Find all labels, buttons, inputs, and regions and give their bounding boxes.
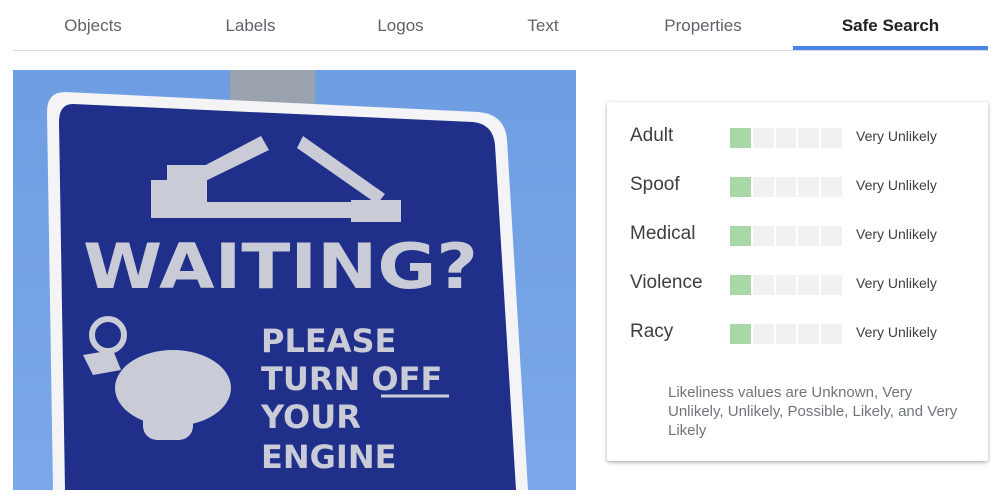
meter-segment-empty (798, 275, 820, 295)
row-label: Spoof (630, 174, 680, 195)
safe-search-row-adult: Adult Very Unlikely (607, 123, 988, 153)
sign-line-4: ENGINE (261, 438, 396, 476)
row-label: Adult (630, 125, 674, 146)
likelihood-meter (730, 226, 842, 246)
sign-line-2: TURN OFF (261, 360, 442, 398)
row-value: Very Unlikely (856, 177, 937, 193)
row-label: Medical (630, 223, 696, 244)
likelihood-meter (730, 324, 842, 344)
safe-search-card: Adult Very Unlikely Spoof Very Unlikely … (607, 102, 988, 461)
safe-search-row-violence: Violence Very Unlikely (607, 270, 988, 300)
tab-logos[interactable]: Logos (328, 0, 473, 51)
meter-segment-empty (752, 324, 774, 344)
tab-safe-search[interactable]: Safe Search (793, 0, 988, 51)
safe-search-row-racy: Racy Very Unlikely (607, 319, 988, 349)
meter-segment-empty (821, 275, 842, 295)
row-value: Very Unlikely (856, 275, 937, 291)
meter-segment-empty (798, 128, 820, 148)
meter-segment-empty (775, 275, 797, 295)
tab-objects[interactable]: Objects (13, 0, 173, 51)
row-value: Very Unlikely (856, 226, 937, 242)
meter-segment-empty (798, 226, 820, 246)
sign-photo: WAITING? PLEASE TURN OFF YOUR ENGINE (13, 70, 576, 490)
meter-segment-filled (730, 128, 751, 148)
likelihood-meter (730, 177, 842, 197)
meter-segment-empty (775, 128, 797, 148)
sign-line-3: YOUR (260, 398, 361, 436)
safe-search-row-medical: Medical Very Unlikely (607, 221, 988, 251)
analyzed-image: WAITING? PLEASE TURN OFF YOUR ENGINE (13, 70, 576, 490)
tab-labels[interactable]: Labels (173, 0, 328, 51)
meter-segment-empty (752, 177, 774, 197)
tab-bar: Objects Labels Logos Text Properties Saf… (13, 0, 988, 51)
tab-properties[interactable]: Properties (613, 0, 793, 51)
meter-segment-empty (798, 177, 820, 197)
row-label: Racy (630, 321, 674, 342)
row-label: Violence (630, 272, 703, 293)
meter-segment-empty (775, 324, 797, 344)
meter-segment-filled (730, 226, 751, 246)
meter-segment-empty (821, 226, 842, 246)
meter-segment-filled (730, 324, 751, 344)
active-tab-indicator (793, 46, 988, 50)
safe-search-row-spoof: Spoof Very Unlikely (607, 172, 988, 202)
sign-title: WAITING? (83, 230, 478, 303)
likelihood-meter (730, 128, 842, 148)
meter-segment-empty (752, 226, 774, 246)
meter-segment-empty (752, 128, 774, 148)
meter-segment-empty (775, 177, 797, 197)
meter-segment-empty (821, 177, 842, 197)
sign-line-1: PLEASE (261, 322, 396, 360)
likelihood-meter (730, 275, 842, 295)
meter-segment-empty (752, 275, 774, 295)
meter-segment-empty (798, 324, 820, 344)
likeliness-footnote: Likeliness values are Unknown, Very Unli… (668, 384, 958, 439)
meter-segment-empty (775, 226, 797, 246)
row-value: Very Unlikely (856, 128, 937, 144)
tab-text[interactable]: Text (473, 0, 613, 51)
meter-segment-filled (730, 177, 751, 197)
meter-segment-empty (821, 324, 842, 344)
meter-segment-filled (730, 275, 751, 295)
row-value: Very Unlikely (856, 324, 937, 340)
meter-segment-empty (821, 128, 842, 148)
